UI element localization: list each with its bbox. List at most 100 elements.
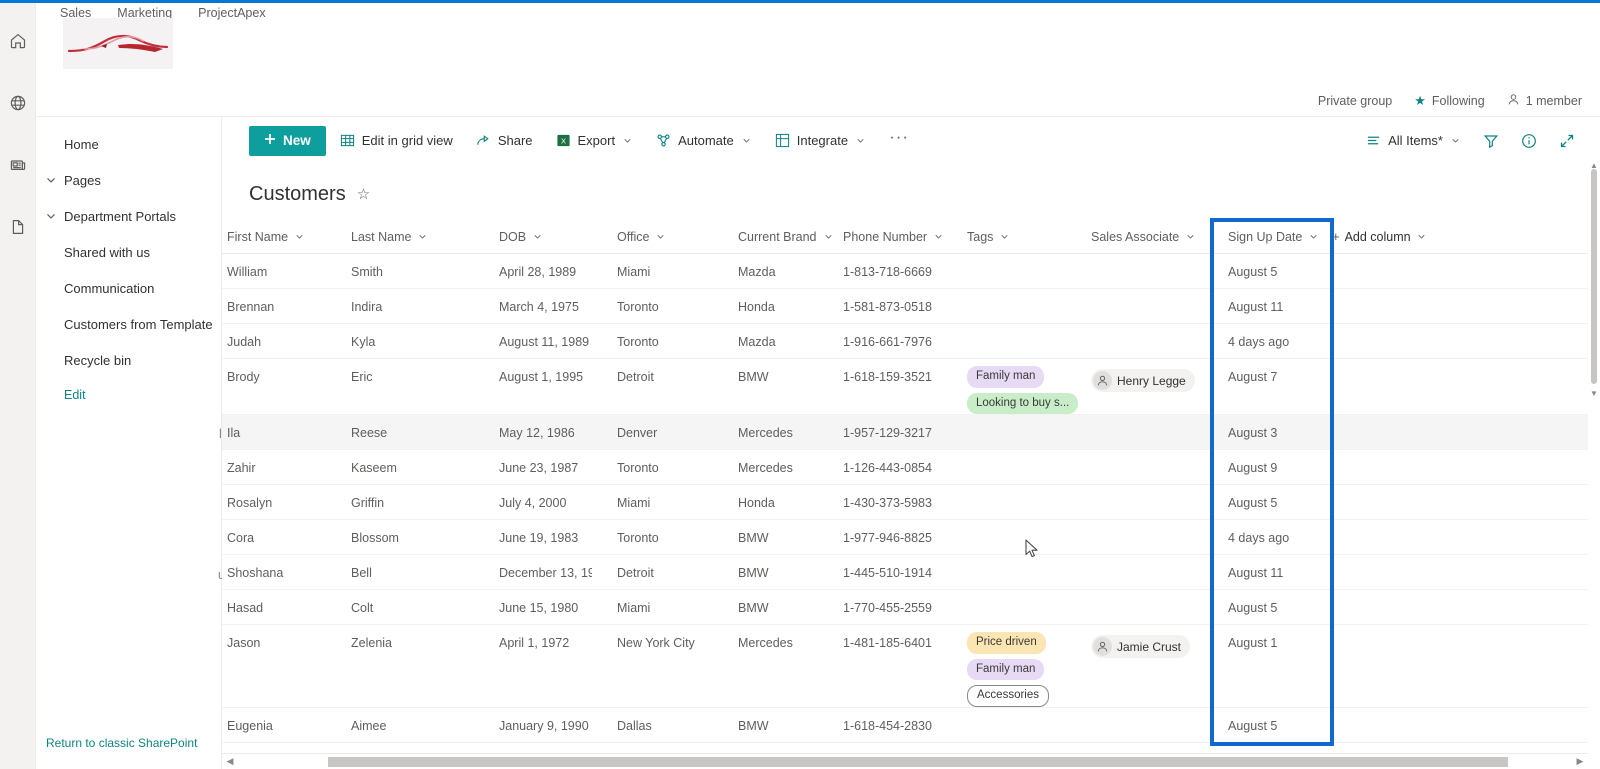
cell-tags — [962, 708, 1086, 719]
horizontal-scrollbar[interactable]: ◀ ▶ — [222, 753, 1588, 769]
cell-sales-associate — [1086, 415, 1208, 419]
chevron-down-icon — [855, 135, 866, 146]
cell-tags — [962, 415, 1086, 426]
column-header-office[interactable]: Office — [592, 230, 716, 244]
table-row[interactable]: Brennan Indira March 4, 1975 Toronto Honda 1-… — [222, 289, 1600, 324]
cell-current-brand: BMW — [738, 531, 769, 545]
table-row[interactable]: Ila Reese May 12, 1986 Denver Mercedes 1-957-… — [222, 415, 1600, 450]
home-icon[interactable] — [2, 21, 34, 61]
cell-last-name: Smith — [351, 265, 383, 279]
column-header-phone-number[interactable]: Phone Number — [838, 230, 962, 244]
cell-phone-number: 1-977-946-8825 — [843, 531, 932, 545]
cell-last-name: Colt — [351, 601, 374, 615]
table-row[interactable]: Brody Eric August 1, 1995 Detroit BMW 1-618-1… — [222, 359, 1600, 415]
cell-first-name: William — [227, 265, 268, 279]
table-row[interactable]: Rosalyn Griffin July 4, 2000 Miami Honda 1-43… — [222, 485, 1600, 520]
cell-sign-up-date: August 5 — [1228, 718, 1278, 733]
sidebar-item-pages[interactable]: Pages — [36, 162, 221, 198]
table-row[interactable]: Cora Blossom June 19, 1983 Toronto BMW 1-977-… — [222, 520, 1600, 555]
column-header-label: Sign Up Date — [1228, 229, 1303, 244]
cell-first-name: Brennan — [227, 300, 275, 314]
column-header-sign-up-date[interactable]: Sign Up Date — [1208, 229, 1317, 244]
sidebar-item-department-portals[interactable]: Department Portals — [36, 198, 221, 234]
cell-dob: June 15, 1980 — [499, 601, 579, 615]
share-button[interactable]: Share — [467, 125, 542, 157]
add-column-button[interactable]: + Add column — [1311, 229, 1471, 244]
site-tab-projectapex[interactable]: ProjectApex — [198, 5, 265, 21]
sidebar-edit-link[interactable]: Edit — [36, 378, 221, 412]
sharepoint-list-page: Sales Marketing ProjectApex Private grou… — [0, 0, 1600, 769]
column-header-sales-associate[interactable]: Sales Associate — [1086, 230, 1208, 244]
chevron-down-icon — [1450, 135, 1461, 146]
cell-last-name: Kaseem — [351, 461, 397, 475]
automate-button[interactable]: Automate — [647, 125, 761, 157]
cell-sign-up-date: 4 days ago — [1228, 335, 1290, 349]
sidebar-item-label: Pages — [64, 172, 101, 188]
scroll-left-arrow[interactable]: ◀ — [222, 756, 238, 767]
integrate-label: Integrate — [796, 133, 849, 148]
table-row[interactable]: Zahir Kaseem June 23, 1987 Toronto Mercedes 1… — [222, 450, 1600, 485]
hscroll-thumb[interactable] — [328, 756, 1508, 767]
star-outline-icon[interactable]: ☆ — [357, 187, 370, 202]
vertical-scrollbar[interactable]: ▲ ▼ — [1588, 117, 1600, 753]
cell-sign-up-date: August 5 — [1228, 265, 1278, 279]
globe-icon[interactable] — [2, 83, 34, 123]
scroll-right-arrow[interactable]: ▶ — [1572, 756, 1588, 767]
cell-dob: April 28, 1989 — [499, 265, 577, 279]
sidebar-item-communication[interactable]: Communication — [36, 270, 221, 306]
new-button[interactable]: New — [249, 125, 326, 156]
sidebar-item-shared-with-us[interactable]: Shared with us — [36, 234, 221, 270]
column-header-label: Current Brand — [738, 229, 817, 244]
hscroll-track[interactable] — [238, 756, 1572, 767]
following-button[interactable]: ★ Following — [1414, 94, 1484, 108]
vscroll-thumb[interactable] — [1591, 169, 1597, 384]
tag-pill: Family man — [967, 366, 1045, 388]
column-header-label: First Name — [227, 229, 289, 244]
cell-first-name: Zahir — [227, 461, 256, 475]
sidebar-item-customers-from-template[interactable]: Customers from Template — [36, 306, 221, 342]
person-chip[interactable]: Henry Legge — [1091, 369, 1195, 392]
sidebar-item-recycle-bin[interactable]: Recycle bin — [36, 342, 221, 378]
following-label: Following — [1431, 93, 1485, 108]
cell-last-name: Eric — [351, 370, 373, 384]
column-header-tags[interactable]: Tags — [962, 230, 1086, 244]
expand-icon — [1559, 133, 1575, 149]
table-row[interactable]: Eugenia Aimee January 9, 1990 Dallas BMW 1-61… — [222, 708, 1600, 743]
cell-phone-number: 1-618-454-2830 — [843, 718, 932, 733]
cell-current-brand: Mercedes — [738, 461, 793, 475]
cell-first-name: Ila — [227, 426, 241, 440]
export-button[interactable]: X Export — [547, 125, 643, 157]
expand-button[interactable] — [1550, 125, 1584, 157]
cell-sign-up-date: August 3 — [1228, 426, 1278, 440]
members-button[interactable]: 1 member — [1507, 93, 1582, 109]
news-icon[interactable] — [2, 145, 34, 185]
table-row[interactable]: Shoshana Bell December 13, 1981 Detroit BMW 1… — [222, 555, 1600, 590]
info-button[interactable] — [1512, 125, 1546, 157]
table-row[interactable]: William Smith April 28, 1989 Miami Mazda 1-81… — [222, 254, 1600, 289]
cell-last-name: Zelenia — [351, 636, 392, 650]
view-selector[interactable]: All Items* — [1357, 125, 1470, 157]
column-header-first-name[interactable]: First Name — [222, 230, 346, 244]
edit-in-grid-view-button[interactable]: Edit in grid view — [331, 125, 462, 157]
scroll-down-arrow[interactable]: ▼ — [1590, 389, 1598, 398]
cell-first-name: Rosalyn — [227, 496, 273, 510]
filter-button[interactable] — [1474, 125, 1508, 157]
sidebar-item-home[interactable]: Home — [36, 126, 221, 162]
more-commands-button[interactable]: ··· — [880, 125, 918, 157]
table-row[interactable]: Jason Zelenia April 1, 1972 New York City Me… — [222, 625, 1600, 708]
cell-dob: June 23, 1987 — [499, 461, 579, 475]
cell-first-name: Eugenia — [227, 718, 273, 733]
return-to-classic-sharepoint-link[interactable]: Return to classic SharePoint — [46, 736, 197, 750]
table-row[interactable]: Hasad Colt June 15, 1980 Miami BMW 1-770-455-… — [222, 590, 1600, 625]
column-header-current-brand[interactable]: Current Brand — [716, 230, 838, 244]
integrate-button[interactable]: Integrate — [766, 125, 875, 157]
automate-icon — [656, 133, 671, 148]
column-header-last-name[interactable]: Last Name — [346, 230, 468, 244]
column-header-label: Last Name — [351, 229, 412, 244]
table-row[interactable]: Judah Kyla August 11, 1989 Toronto Mazda 1-91… — [222, 324, 1600, 359]
person-chip[interactable]: Jamie Crust — [1091, 635, 1191, 658]
chevron-down-icon — [741, 135, 752, 146]
document-icon[interactable] — [2, 207, 34, 247]
column-header-dob[interactable]: DOB — [468, 230, 592, 244]
cell-sign-up-date: August 5 — [1228, 496, 1278, 510]
